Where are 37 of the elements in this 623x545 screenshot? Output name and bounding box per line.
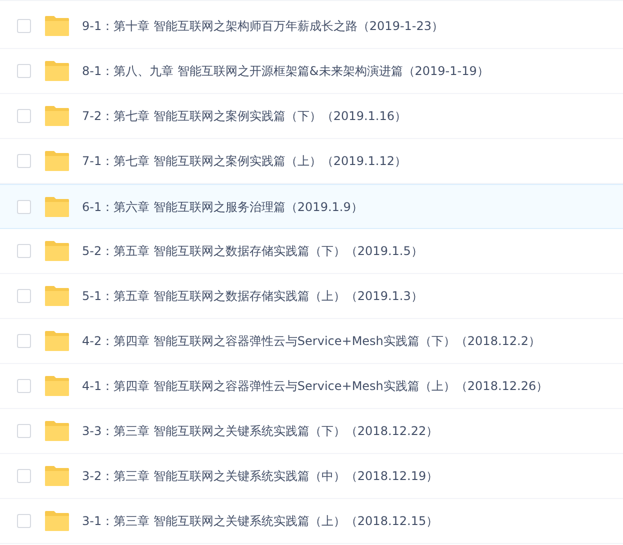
folder-icon bbox=[44, 330, 70, 352]
folder-icon bbox=[44, 420, 70, 442]
checkbox[interactable] bbox=[17, 424, 31, 438]
checkbox[interactable] bbox=[17, 334, 31, 348]
file-name[interactable]: 8-1：第八、九章 智能互联网之开源框架篇&未来架构演进篇（2019-1-19） bbox=[82, 62, 489, 80]
folder-icon bbox=[44, 285, 70, 307]
folder-icon bbox=[44, 105, 70, 127]
folder-icon bbox=[44, 465, 70, 487]
folder-icon bbox=[44, 510, 70, 532]
file-name[interactable]: 7-1：第七章 智能互联网之案例实践篇（上）（2019.1.12） bbox=[82, 152, 406, 170]
file-name[interactable]: 5-1：第五章 智能互联网之数据存储实践篇（上）（2019.1.3） bbox=[82, 287, 423, 305]
checkbox[interactable] bbox=[17, 154, 31, 168]
checkbox[interactable] bbox=[17, 514, 31, 528]
checkbox[interactable] bbox=[17, 19, 31, 33]
file-name[interactable]: 3-2：第三章 智能互联网之关键系统实践篇（中）（2018.12.19） bbox=[82, 467, 438, 485]
checkbox[interactable] bbox=[17, 200, 31, 214]
file-name[interactable]: 3-1：第三章 智能互联网之关键系统实践篇（上）（2018.12.15） bbox=[82, 512, 438, 530]
file-name[interactable]: 4-1：第四章 智能互联网之容器弹性云与Service+Mesh实践篇（上）（2018.12.26） bbox=[82, 377, 548, 395]
file-name[interactable]: 4-2：第四章 智能互联网之容器弹性云与Service+Mesh实践篇（下）（2018.12.2） bbox=[82, 332, 540, 350]
checkbox[interactable] bbox=[17, 379, 31, 393]
file-name[interactable]: 9-1：第十章 智能互联网之架构师百万年薪成长之路（2019-1-23） bbox=[82, 17, 444, 35]
checkbox[interactable] bbox=[17, 244, 31, 258]
checkbox[interactable] bbox=[17, 469, 31, 483]
checkbox[interactable] bbox=[17, 289, 31, 303]
checkbox[interactable] bbox=[17, 109, 31, 123]
file-name[interactable]: 6-1：第六章 智能互联网之服务治理篇（2019.1.9） bbox=[82, 198, 363, 216]
folder-icon bbox=[44, 196, 70, 218]
folder-icon bbox=[44, 15, 70, 37]
checkbox[interactable] bbox=[17, 64, 31, 78]
file-name[interactable]: 7-2：第七章 智能互联网之案例实践篇（下）（2019.1.16） bbox=[82, 107, 406, 125]
file-name[interactable]: 3-3：第三章 智能互联网之关键系统实践篇（下）（2018.12.22） bbox=[82, 422, 438, 440]
folder-icon bbox=[44, 60, 70, 82]
file-row[interactable]: 6-1：第六章 智能互联网之服务治理篇（2019.1.9） bbox=[0, 184, 623, 229]
folder-icon bbox=[44, 240, 70, 262]
file-name[interactable]: 5-2：第五章 智能互联网之数据存储实践篇（下）（2019.1.5） bbox=[82, 242, 423, 260]
folder-icon bbox=[44, 150, 70, 172]
folder-icon bbox=[44, 375, 70, 397]
